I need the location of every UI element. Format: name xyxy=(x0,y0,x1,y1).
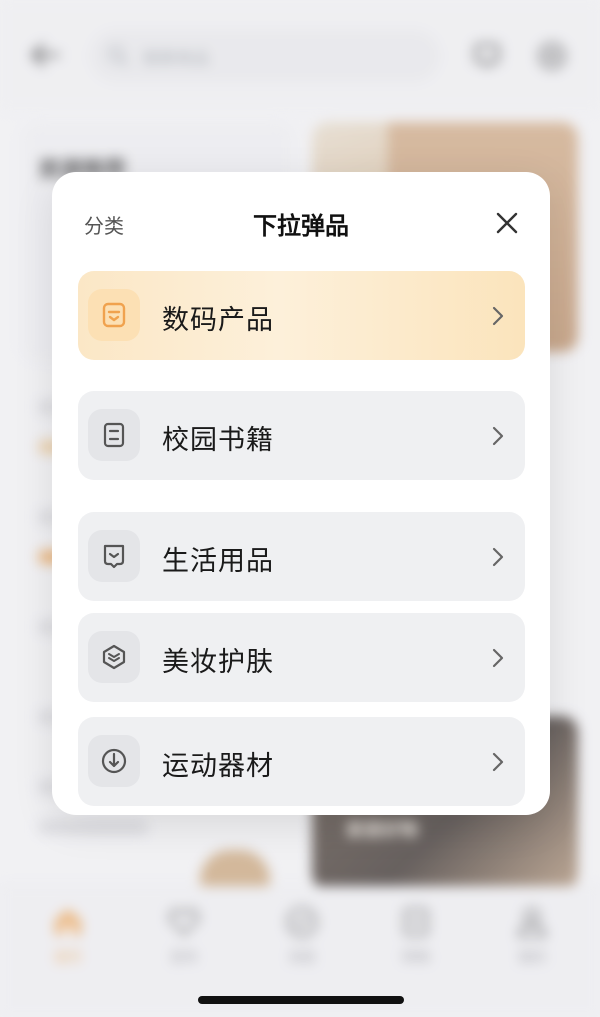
option-icon-box xyxy=(88,530,140,582)
beauty-icon xyxy=(102,644,126,670)
option-label: 校园书籍 xyxy=(162,425,274,456)
option-icon-box xyxy=(88,409,140,461)
option-digital-products[interactable]: 数码产品 xyxy=(78,271,525,360)
modal-category-tag: 分类 xyxy=(84,214,124,238)
option-sports-equipment[interactable]: 运动器材 xyxy=(78,717,525,806)
option-label: 数码产品 xyxy=(162,305,274,336)
option-beauty-skincare[interactable]: 美妆护肤 xyxy=(78,613,525,702)
chevron-right-icon xyxy=(492,547,504,567)
chevron-right-icon xyxy=(492,426,504,446)
option-daily-goods[interactable]: 生活用品 xyxy=(78,512,525,601)
life-goods-icon xyxy=(103,544,125,569)
option-icon-box xyxy=(88,631,140,683)
chevron-right-icon xyxy=(492,752,504,772)
option-icon-box xyxy=(88,289,140,341)
close-icon[interactable] xyxy=(492,208,522,238)
option-campus-books[interactable]: 校园书籍 xyxy=(78,391,525,480)
option-icon-box xyxy=(88,735,140,787)
app-screen: 搜索商品 资源推荐 家居好物 首页 发布 消息 购物 我的 分类 下拉弹品 数码… xyxy=(0,0,600,1017)
chevron-right-icon xyxy=(492,306,504,326)
book-icon xyxy=(103,422,125,448)
digital-icon xyxy=(102,302,126,328)
sports-icon xyxy=(101,748,127,774)
category-dropdown-modal: 分类 下拉弹品 数码产品 校园书籍 生活用品 美妆护肤 运动器材 xyxy=(52,172,550,815)
modal-title: 下拉弹品 xyxy=(253,212,349,240)
option-label: 运动器材 xyxy=(162,751,274,782)
home-indicator[interactable] xyxy=(198,996,404,1004)
chevron-right-icon xyxy=(492,648,504,668)
option-label: 生活用品 xyxy=(162,546,274,577)
option-label: 美妆护肤 xyxy=(162,647,274,678)
